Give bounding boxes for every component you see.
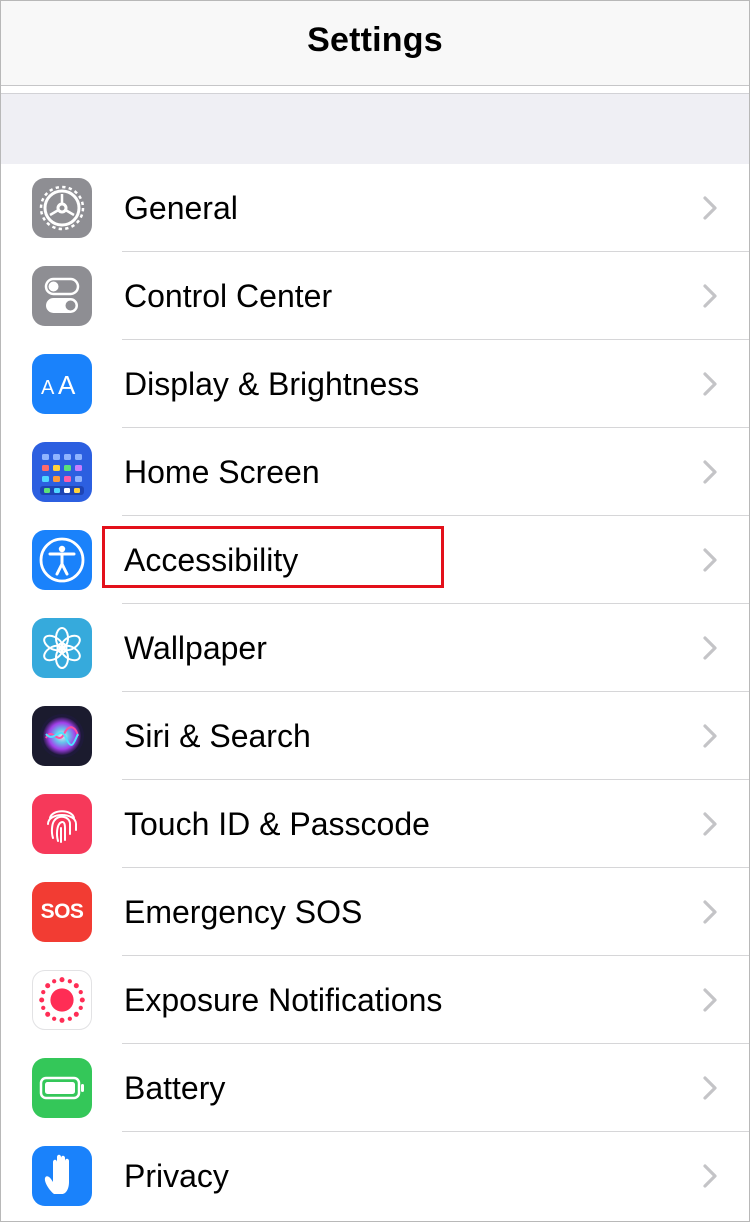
svg-text:A: A <box>58 370 76 400</box>
settings-row-home-screen[interactable]: Home Screen <box>1 428 749 516</box>
settings-row-siri-search[interactable]: Siri & Search <box>1 692 749 780</box>
exposure-icon <box>32 970 92 1030</box>
chevron-right-icon <box>703 1076 717 1100</box>
settings-row-control-center[interactable]: Control Center <box>1 252 749 340</box>
settings-row-privacy[interactable]: Privacy <box>1 1132 749 1220</box>
chevron-right-icon <box>703 460 717 484</box>
navigation-bar: Settings <box>1 1 749 86</box>
chevron-right-icon <box>703 900 717 924</box>
settings-row-exposure-notifications[interactable]: Exposure Notifications <box>1 956 749 1044</box>
text-size-icon: A A <box>32 354 92 414</box>
chevron-right-icon <box>703 196 717 220</box>
settings-row-touch-id-passcode[interactable]: Touch ID & Passcode <box>1 780 749 868</box>
settings-list: General Control Center A A Display & Bri… <box>1 164 749 1220</box>
page-title: Settings <box>307 20 443 59</box>
chevron-right-icon <box>703 636 717 660</box>
chevron-right-icon <box>703 988 717 1012</box>
settings-row-label: Wallpaper <box>124 630 267 666</box>
gear-icon <box>32 178 92 238</box>
settings-row-label: Privacy <box>124 1158 229 1194</box>
flower-icon <box>32 618 92 678</box>
settings-row-label: Display & Brightness <box>124 366 420 402</box>
settings-row-wallpaper[interactable]: Wallpaper <box>1 604 749 692</box>
sos-icon-text: SOS <box>40 900 84 923</box>
hand-icon <box>32 1146 92 1206</box>
section-spacer <box>1 93 749 165</box>
settings-row-display-brightness[interactable]: A A Display & Brightness <box>1 340 749 428</box>
settings-row-label: Battery <box>124 1070 226 1106</box>
battery-icon <box>32 1058 92 1118</box>
settings-row-label: Emergency SOS <box>124 894 363 930</box>
chevron-right-icon <box>703 1164 717 1188</box>
fingerprint-icon <box>32 794 92 854</box>
siri-icon <box>32 706 92 766</box>
svg-text:A: A <box>41 377 55 399</box>
toggles-icon <box>32 266 92 326</box>
chevron-right-icon <box>703 284 717 308</box>
settings-row-label: Accessibility <box>124 542 299 578</box>
chevron-right-icon <box>703 724 717 748</box>
chevron-right-icon <box>703 812 717 836</box>
settings-row-label: General <box>124 190 238 226</box>
settings-row-label: Control Center <box>124 278 333 314</box>
settings-screen: Settings General Control Center A A Disp… <box>0 0 750 1222</box>
settings-row-label: Home Screen <box>124 454 320 490</box>
app-grid-icon <box>32 442 92 502</box>
settings-row-emergency-sos[interactable]: SOS Emergency SOS <box>1 868 749 956</box>
settings-row-label: Exposure Notifications <box>124 982 443 1018</box>
chevron-right-icon <box>703 548 717 572</box>
settings-row-label: Touch ID & Passcode <box>124 806 430 842</box>
settings-row-battery[interactable]: Battery <box>1 1044 749 1132</box>
accessibility-icon <box>32 530 92 590</box>
settings-row-accessibility[interactable]: Accessibility <box>1 516 749 604</box>
settings-row-general[interactable]: General <box>1 164 749 252</box>
settings-row-label: Siri & Search <box>124 718 311 754</box>
chevron-right-icon <box>703 372 717 396</box>
sos-icon: SOS <box>32 882 92 942</box>
